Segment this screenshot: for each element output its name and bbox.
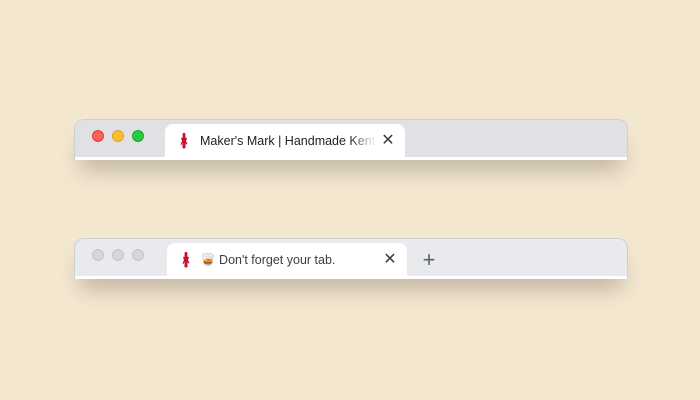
makers-mark-wax-bottle-icon [180, 133, 188, 149]
window-controls [92, 249, 144, 261]
minimize-window-button[interactable] [112, 130, 124, 142]
window-controls [92, 130, 144, 142]
new-tab-plus-icon[interactable]: + [417, 248, 441, 272]
maximize-window-button[interactable] [132, 249, 144, 261]
tab-title: Maker's Mark | Handmade Kentucky Bourbon [200, 134, 376, 148]
makers-mark-wax-bottle-icon [182, 252, 190, 268]
tab-title: 🥃 Don't forget your tab. [200, 253, 336, 267]
browser-tab[interactable]: 🥃 Don't forget your tab. ✕ [167, 243, 407, 277]
minimize-window-button[interactable] [112, 249, 124, 261]
page-content-edge [75, 276, 627, 279]
tab-close-icon[interactable]: ✕ [381, 251, 399, 269]
close-window-button[interactable] [92, 130, 104, 142]
maximize-window-button[interactable] [132, 130, 144, 142]
browser-window-active: Maker's Mark | Handmade Kentucky Bourbon… [74, 119, 628, 160]
browser-tab[interactable]: Maker's Mark | Handmade Kentucky Bourbon… [165, 124, 405, 158]
tab-close-icon[interactable]: ✕ [379, 132, 397, 150]
close-window-button[interactable] [92, 249, 104, 261]
browser-window-inactive: 🥃 Don't forget your tab. ✕ + [74, 238, 628, 279]
page-content-edge [75, 157, 627, 160]
